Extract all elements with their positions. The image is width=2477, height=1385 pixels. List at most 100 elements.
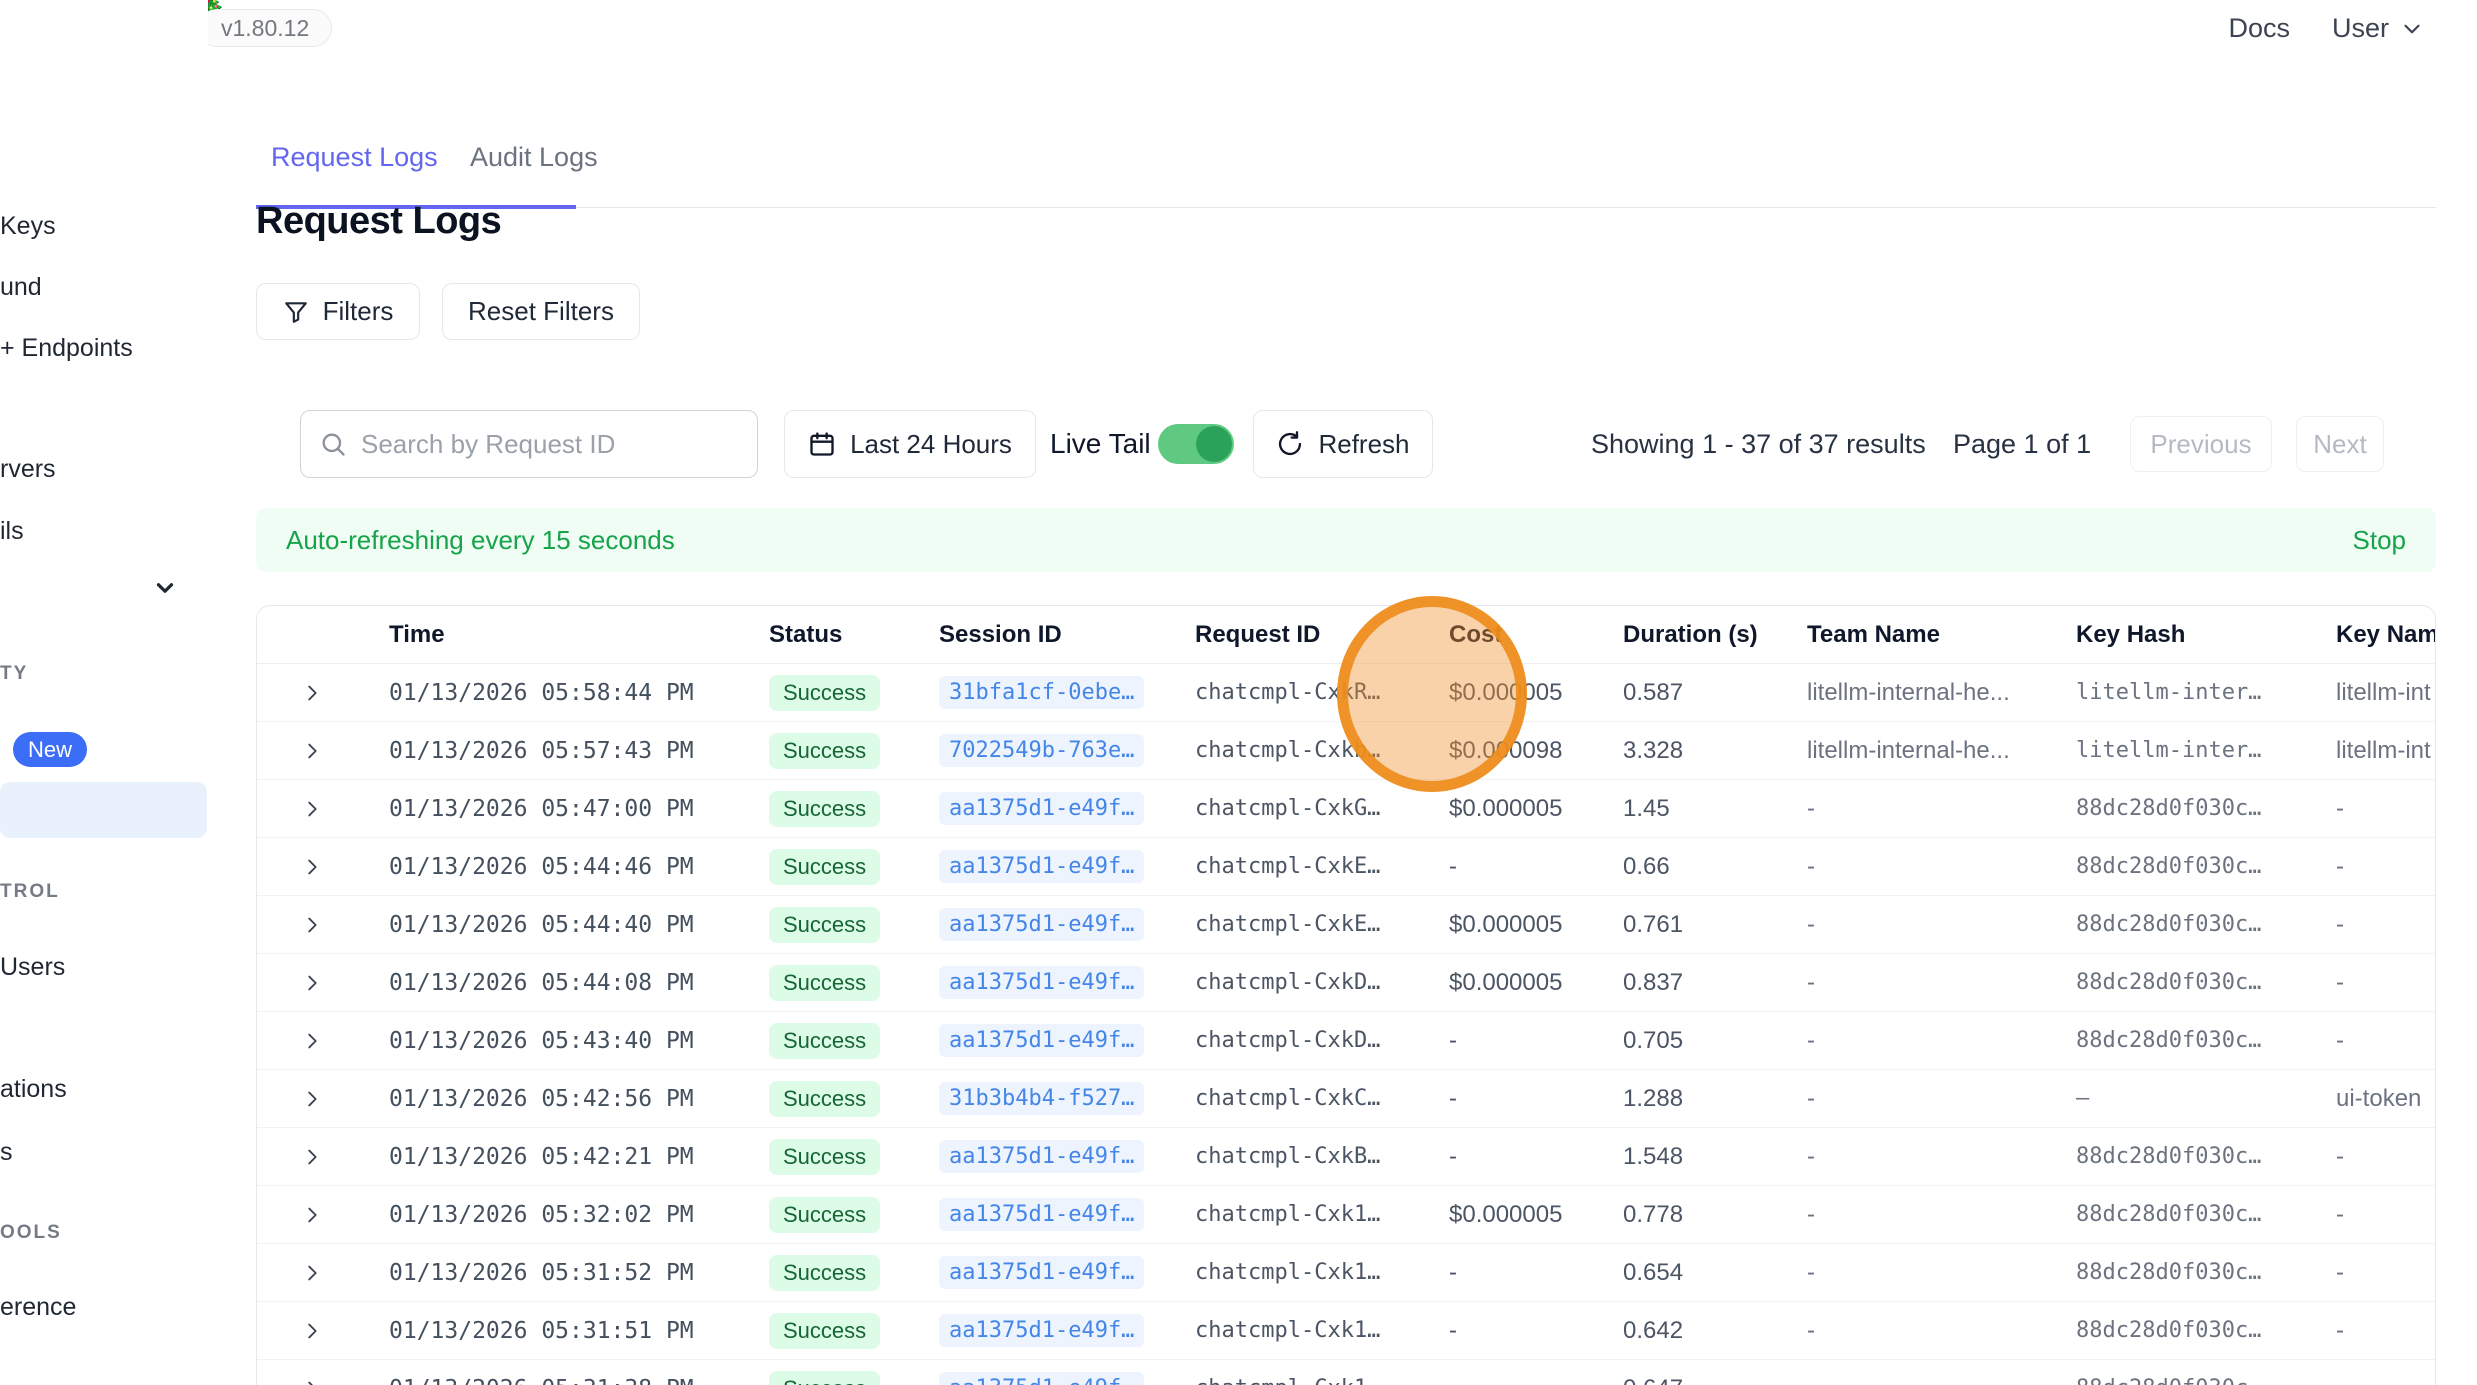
- expand-row-icon[interactable]: [301, 1320, 323, 1342]
- logs-toolbar: Last 24 Hours Live Tail Refresh Showing …: [0, 404, 2477, 484]
- cell-key-name: -: [2336, 1259, 2435, 1287]
- table-row[interactable]: 01/13/2026 05:42:56 PM Success 31b3b4b4-…: [257, 1070, 2435, 1128]
- cell-time: 01/13/2026 05:31:38 PM: [389, 1376, 769, 1385]
- status-badge: Success: [769, 849, 880, 885]
- cell-key-name: -: [2336, 1143, 2435, 1171]
- sidebar: Keys und + Endpoints rvers ils TY New TR…: [0, 0, 208, 1385]
- sidebar-item-models-endpoints[interactable]: + Endpoints: [0, 334, 133, 363]
- tab-audit-logs[interactable]: Audit Logs: [470, 142, 598, 173]
- table-row[interactable]: 01/13/2026 05:44:46 PM Success aa1375d1-…: [257, 838, 2435, 896]
- cell-key-name: -: [2336, 1027, 2435, 1055]
- sidebar-item-guardrails[interactable]: ils: [0, 517, 24, 546]
- search-box[interactable]: [300, 410, 758, 478]
- user-menu-label: User: [2332, 13, 2389, 44]
- filters-button[interactable]: Filters: [256, 283, 420, 340]
- cell-duration: 0.654: [1623, 1259, 1807, 1287]
- sidebar-item-teams[interactable]: s: [0, 1138, 13, 1167]
- cell-time: 01/13/2026 05:44:46 PM: [389, 854, 769, 880]
- cell-key-hash: litellm-inter…: [2076, 738, 2336, 763]
- col-team-name: Team Name: [1807, 621, 2076, 649]
- expand-row-icon[interactable]: [301, 856, 323, 878]
- sidebar-item-logs-selected[interactable]: [0, 782, 207, 838]
- request-logs-table: Time Status Session ID Request ID Cost D…: [256, 605, 2436, 1385]
- session-id-link[interactable]: aa1375d1-e49f…: [939, 1198, 1144, 1231]
- cell-key-name: -: [2336, 1201, 2435, 1229]
- stop-auto-refresh-button[interactable]: Stop: [2353, 525, 2407, 556]
- table-row[interactable]: 01/13/2026 05:42:21 PM Success aa1375d1-…: [257, 1128, 2435, 1186]
- sidebar-item-organizations[interactable]: ations: [0, 1075, 67, 1104]
- expand-row-icon[interactable]: [301, 682, 323, 704]
- cell-cost: $0.000005: [1449, 911, 1623, 939]
- cell-key-hash: 88dc28d0f030c…: [2076, 970, 2336, 995]
- table-row[interactable]: 01/13/2026 05:57:43 PM Success 7022549b-…: [257, 722, 2435, 780]
- cell-time: 01/13/2026 05:44:40 PM: [389, 912, 769, 938]
- expand-row-icon[interactable]: [301, 914, 323, 936]
- expand-row-icon[interactable]: [301, 798, 323, 820]
- reset-filters-button[interactable]: Reset Filters: [442, 283, 640, 340]
- table-header-row: Time Status Session ID Request ID Cost D…: [257, 606, 2435, 664]
- table-row[interactable]: 01/13/2026 05:43:40 PM Success aa1375d1-…: [257, 1012, 2435, 1070]
- table-row[interactable]: 01/13/2026 05:44:40 PM Success aa1375d1-…: [257, 896, 2435, 954]
- auto-refresh-message: Auto-refreshing every 15 seconds: [286, 525, 675, 556]
- session-id-link[interactable]: 31b3b4b4-f527…: [939, 1082, 1144, 1115]
- session-id-link[interactable]: aa1375d1-e49f…: [939, 1256, 1144, 1289]
- funnel-icon: [283, 299, 309, 325]
- cell-cost: -: [1449, 1259, 1623, 1287]
- refresh-button[interactable]: Refresh: [1253, 410, 1433, 478]
- sidebar-item-playground[interactable]: und: [0, 273, 42, 302]
- cell-cost: $0.000005: [1449, 969, 1623, 997]
- expand-row-icon[interactable]: [301, 740, 323, 762]
- session-id-link[interactable]: 31bfa1cf-0ebe…: [939, 676, 1144, 709]
- sidebar-item-reference[interactable]: erence: [0, 1293, 76, 1322]
- expand-row-icon[interactable]: [301, 1378, 323, 1385]
- table-row[interactable]: 01/13/2026 05:31:38 PM Success aa1375d1-…: [257, 1360, 2435, 1385]
- cell-time: 01/13/2026 05:42:56 PM: [389, 1086, 769, 1112]
- expand-row-icon[interactable]: [301, 1088, 323, 1110]
- session-id-link[interactable]: 7022549b-763e…: [939, 734, 1144, 767]
- cell-time: 01/13/2026 05:31:52 PM: [389, 1260, 769, 1286]
- sidebar-item-virtual-keys[interactable]: Keys: [0, 212, 56, 241]
- session-id-link[interactable]: aa1375d1-e49f…: [939, 1140, 1144, 1173]
- cell-request-id: chatcmpl-CxkG…: [1195, 796, 1449, 821]
- table-row[interactable]: 01/13/2026 05:31:52 PM Success aa1375d1-…: [257, 1244, 2435, 1302]
- cell-time: 01/13/2026 05:57:43 PM: [389, 738, 769, 764]
- session-id-link[interactable]: aa1375d1-e49f…: [939, 1314, 1144, 1347]
- session-id-link[interactable]: aa1375d1-e49f…: [939, 792, 1144, 825]
- table-row[interactable]: 01/13/2026 05:58:44 PM Success 31bfa1cf-…: [257, 664, 2435, 722]
- page-title: Request Logs: [256, 200, 501, 243]
- expand-row-icon[interactable]: [301, 1030, 323, 1052]
- tab-request-logs[interactable]: Request Logs: [271, 142, 438, 173]
- search-icon: [319, 430, 347, 458]
- cell-request-id: chatcmpl-Cxkb…: [1195, 738, 1449, 763]
- expand-row-icon[interactable]: [301, 1262, 323, 1284]
- session-id-link[interactable]: aa1375d1-e49f…: [939, 908, 1144, 941]
- sidebar-item-internal-users[interactable]: Users: [0, 953, 65, 982]
- table-row[interactable]: 01/13/2026 05:31:51 PM Success aa1375d1-…: [257, 1302, 2435, 1360]
- new-badge: New: [13, 732, 87, 767]
- session-id-link[interactable]: aa1375d1-e49f…: [939, 1024, 1144, 1057]
- session-id-link[interactable]: aa1375d1-e49f…: [939, 850, 1144, 883]
- expand-row-icon[interactable]: [301, 972, 323, 994]
- session-id-link[interactable]: aa1375d1-e49f…: [939, 1372, 1144, 1385]
- expand-row-icon[interactable]: [301, 1146, 323, 1168]
- previous-page-button[interactable]: Previous: [2130, 416, 2272, 472]
- table-row[interactable]: 01/13/2026 05:32:02 PM Success aa1375d1-…: [257, 1186, 2435, 1244]
- search-input[interactable]: [361, 429, 739, 460]
- cell-duration: 1.548: [1623, 1143, 1807, 1171]
- user-menu[interactable]: User: [2332, 13, 2425, 44]
- sidebar-collapse-chevron-icon[interactable]: [152, 575, 178, 601]
- page-indicator: Page 1 of 1: [1953, 429, 2091, 460]
- next-page-button[interactable]: Next: [2296, 416, 2384, 472]
- col-status: Status: [769, 621, 939, 649]
- live-tail-toggle[interactable]: [1158, 424, 1234, 464]
- cell-cost: $0.000005: [1449, 795, 1623, 823]
- expand-row-icon[interactable]: [301, 1204, 323, 1226]
- session-id-link[interactable]: aa1375d1-e49f…: [939, 966, 1144, 999]
- time-range-button[interactable]: Last 24 Hours: [784, 410, 1036, 478]
- table-row[interactable]: 01/13/2026 05:47:00 PM Success aa1375d1-…: [257, 780, 2435, 838]
- docs-link[interactable]: Docs: [2228, 13, 2290, 44]
- cell-key-name: -: [2336, 969, 2435, 997]
- table-row[interactable]: 01/13/2026 05:44:08 PM Success aa1375d1-…: [257, 954, 2435, 1012]
- cell-team-name: -: [1807, 1085, 2076, 1113]
- cell-duration: 0.761: [1623, 911, 1807, 939]
